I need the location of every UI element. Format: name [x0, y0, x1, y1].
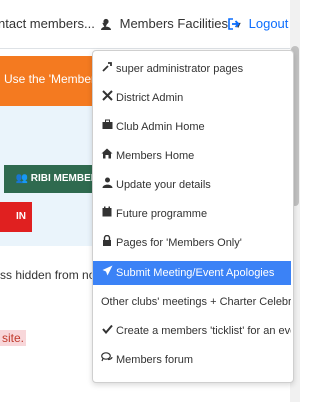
comments-icon [101, 348, 113, 372]
home-icon [101, 144, 113, 168]
menu-item-ticklist[interactable]: Create a members 'ticklist' for an event [93, 319, 291, 343]
nav-members-facilities[interactable]: Members Facilities ▼ [100, 0, 243, 36]
menu-item-label: Update your details [116, 179, 211, 191]
menu-item-members-only-pages[interactable]: Pages for 'Members Only' [93, 231, 291, 255]
wrench-icon [101, 57, 113, 81]
menu-item-label: District Admin [116, 92, 184, 104]
menu-item-district-admin[interactable]: District Admin [93, 86, 291, 110]
briefcase-icon [101, 115, 113, 139]
menu-item-label: Future programme [116, 208, 208, 220]
menu-item-future-programme[interactable]: Future programme [93, 202, 291, 226]
ribi-member-button[interactable]: 👥 RIBI MEMBER [4, 165, 104, 193]
body-text: ss hidden from non [0, 268, 103, 282]
menu-item-other-clubs[interactable]: Other clubs' meetings + Charter Celebrat… [93, 290, 291, 314]
menu-item-members-home[interactable]: Members Home [93, 144, 291, 168]
paper-plane-icon [101, 261, 113, 285]
menu-item-label: Members Home [116, 150, 195, 162]
check-icon [101, 319, 113, 343]
nav-logout[interactable]: Logout [228, 0, 288, 36]
nav-members-label: Members Facilities [119, 16, 228, 31]
top-navbar: ntact members... ▼ Members Facilities ▼ … [0, 0, 300, 49]
menu-item-label: Other clubs' meetings + Charter Celebrat… [101, 296, 291, 308]
menu-item-label: Club Admin Home [116, 121, 205, 133]
menu-item-label: Submit Meeting/Event Apologies [116, 267, 275, 279]
menu-item-update-details[interactable]: Update your details [93, 173, 291, 197]
menu-item-label: super administrator pages [116, 63, 244, 75]
login-label: IN [16, 211, 26, 222]
menu-item-label: Pages for 'Members Only' [116, 237, 242, 249]
nav-contact-label: ntact members... [0, 16, 95, 31]
menu-item-super-admin[interactable]: super administrator pages [93, 57, 291, 81]
menu-item-club-admin-home[interactable]: Club Admin Home [93, 115, 291, 139]
menu-item-submit-apologies[interactable]: Submit Meeting/Event Apologies [93, 261, 291, 285]
menu-item-label: Create a members 'ticklist' for an event [116, 325, 291, 337]
menu-item-label: Members forum [116, 354, 194, 366]
menu-item-members-forum[interactable]: Members forum [93, 348, 291, 372]
members-facilities-dropdown: super administrator pages District Admin… [92, 50, 294, 383]
user-icon [101, 173, 113, 197]
calendar-icon [101, 202, 113, 226]
login-button[interactable]: IN [0, 202, 32, 232]
tools-icon [101, 86, 113, 110]
nav-contact-members[interactable]: ntact members... ▼ [0, 0, 109, 36]
ribi-member-label: RIBI MEMBER [30, 173, 98, 184]
nav-logout-label: Logout [248, 16, 289, 31]
site-notice: site. [0, 330, 27, 346]
lock-icon [101, 231, 113, 255]
users-icon: 👥 [15, 173, 28, 184]
